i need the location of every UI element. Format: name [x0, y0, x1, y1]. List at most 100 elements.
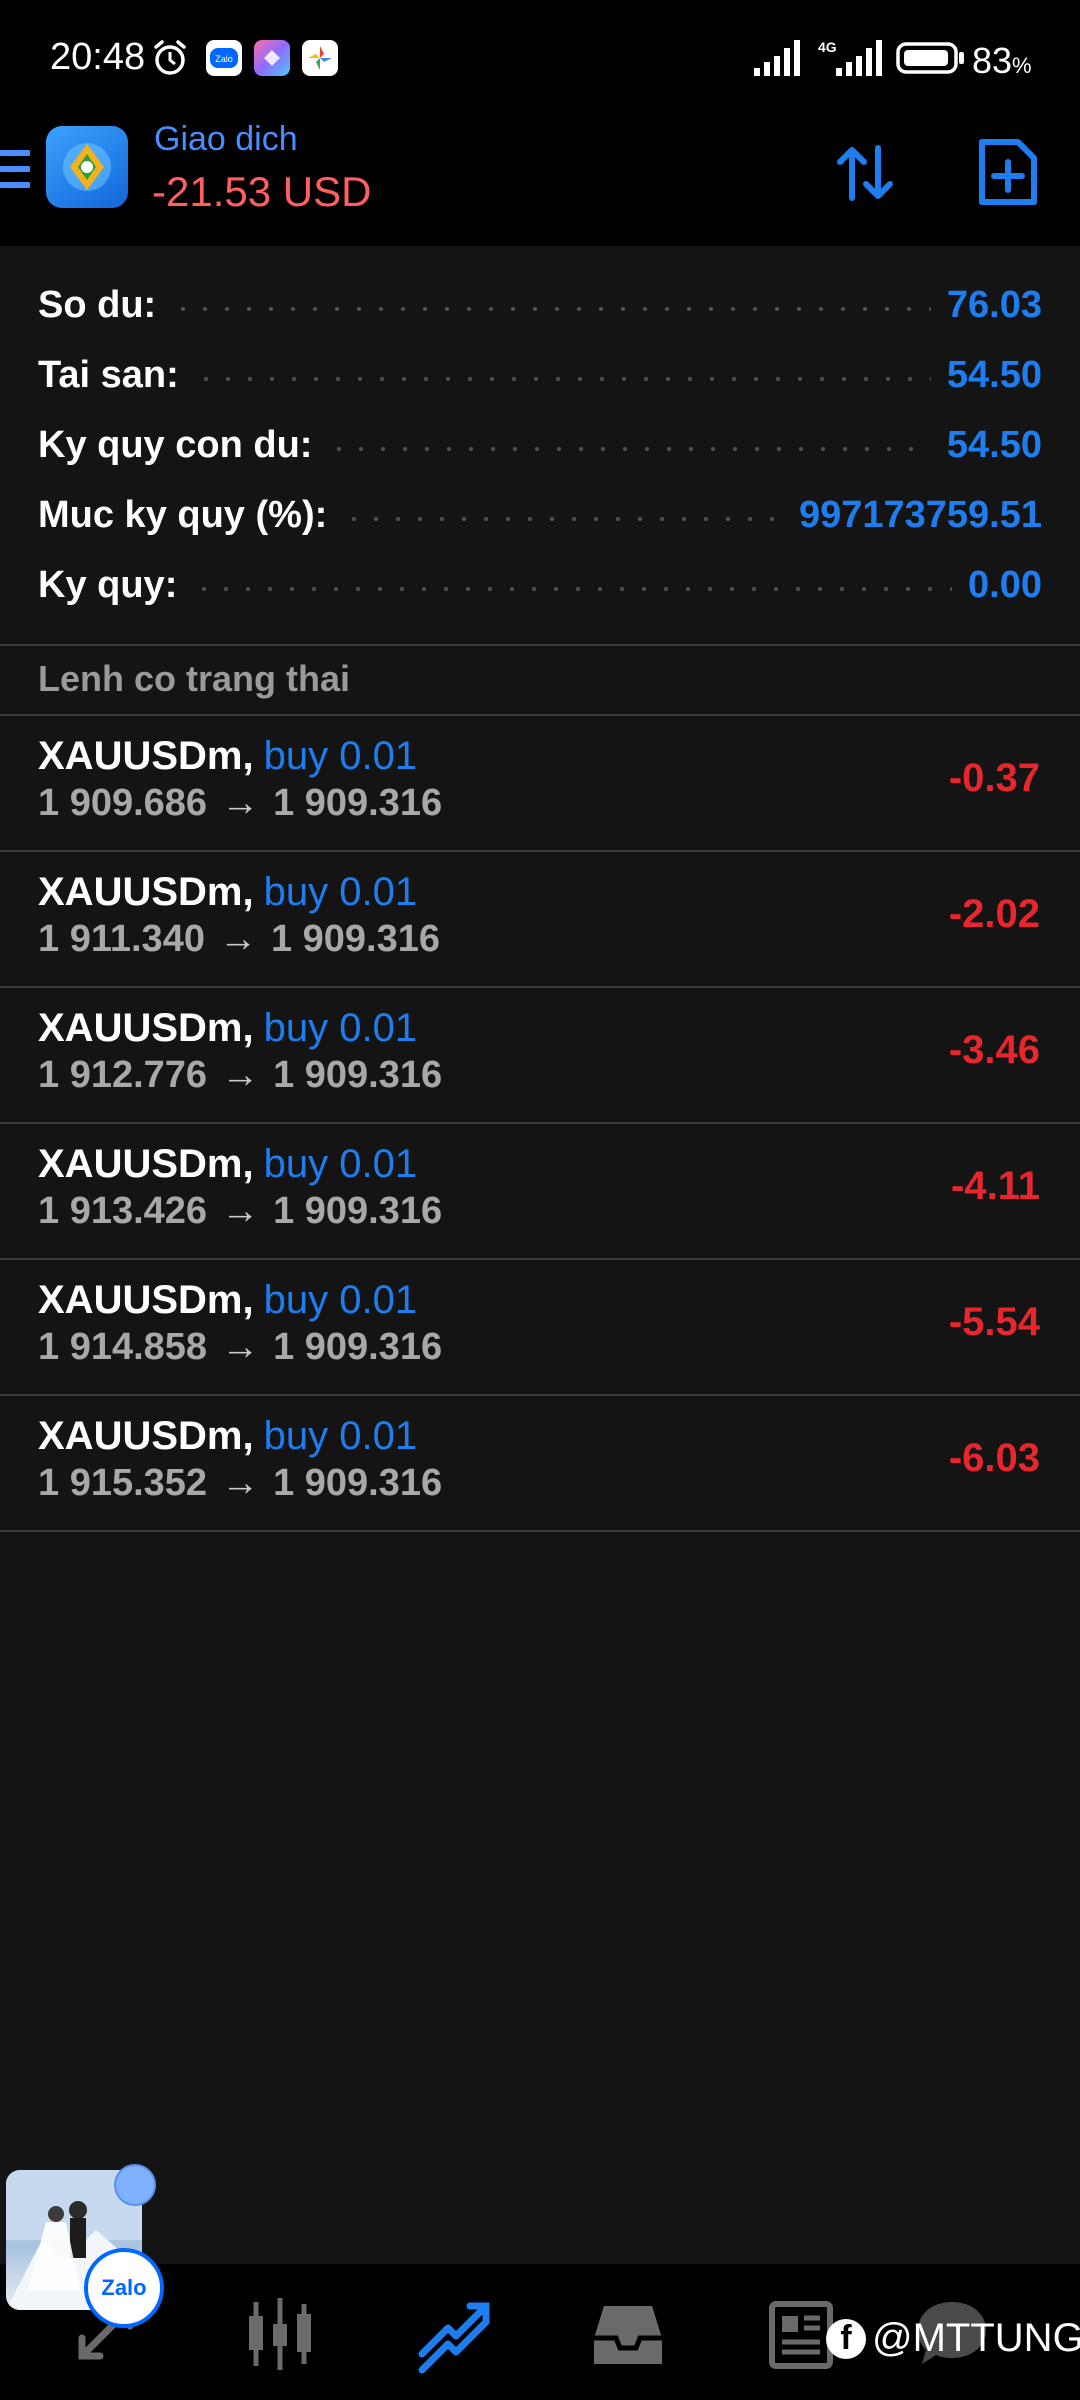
- dotted-leader: [343, 517, 783, 521]
- alarm-icon: [154, 40, 186, 75]
- zalo-label: Zalo: [101, 2275, 147, 2300]
- status-bar: 20:48 Zalo 4G 83%: [0, 0, 1080, 120]
- position-profit: -5.54: [948, 1300, 1040, 1344]
- position-symbol: XAUUSDm: [38, 1142, 243, 1186]
- position-side: buy 0.01: [263, 1142, 418, 1186]
- current-price: 1 909.316: [273, 1462, 443, 1504]
- svg-text:Zalo: Zalo: [215, 54, 233, 64]
- position-side: buy 0.01: [263, 1414, 418, 1458]
- arrow-icon: →: [221, 1326, 260, 1368]
- summary-row-balance: So du: 76.03: [38, 280, 1042, 330]
- facebook-icon: f: [826, 2318, 866, 2359]
- summary-row-equity: Tai san: 54.50: [38, 350, 1042, 400]
- position-prices: 1 914.858 → 1 909.316: [38, 1326, 442, 1369]
- separator: ,: [242, 870, 254, 914]
- floating-profit: -21.53 USD: [152, 168, 372, 215]
- open-price: 1 913.426: [38, 1190, 208, 1232]
- open-price: 1 912.776: [38, 1054, 208, 1096]
- position-row[interactable]: XAUUSDm, buy 0.01 1 914.858 → 1 909.316 -5.…: [0, 1260, 1080, 1396]
- new-order-icon[interactable]: [976, 136, 1040, 208]
- summary-value: 54.50: [946, 353, 1042, 396]
- chart-icon[interactable]: [240, 2294, 320, 2374]
- summary-row-margin: Ky quy: 0.00: [38, 560, 1042, 610]
- signal-icon: [754, 40, 800, 76]
- position-row[interactable]: XAUUSDm, buy 0.01 1 909.686 → 1 909.316 -0.…: [0, 716, 1080, 852]
- position-profit: -6.03: [948, 1436, 1040, 1480]
- position-prices: 1 911.340 → 1 909.316: [38, 918, 440, 961]
- arrow-icon: →: [221, 1054, 260, 1096]
- separator: ,: [242, 734, 254, 778]
- position-title: XAUUSDm, buy 0.01: [38, 734, 417, 779]
- summary-value: 76.03: [946, 283, 1042, 326]
- position-title: XAUUSDm, buy 0.01: [38, 1278, 417, 1323]
- position-row[interactable]: XAUUSDm, buy 0.01 1 913.426 → 1 909.316 -4.…: [0, 1124, 1080, 1260]
- divider: [0, 644, 1080, 646]
- current-price: 1 909.316: [273, 1326, 443, 1368]
- battery-percentage: 83%: [972, 40, 1032, 81]
- position-row[interactable]: XAUUSDm, buy 0.01 1 911.340 → 1 909.316 -2.…: [0, 852, 1080, 988]
- arrow-icon: →: [221, 1462, 260, 1504]
- page-title: Giao dich: [154, 120, 298, 158]
- position-title: XAUUSDm, buy 0.01: [38, 1142, 417, 1187]
- position-prices: 1 912.776 → 1 909.316: [38, 1054, 442, 1097]
- summary-value: 54.50: [946, 423, 1042, 466]
- arrow-icon: →: [218, 918, 257, 960]
- account-summary: So du: 76.03 Tai san: 54.50 Ky quy con d…: [0, 246, 1080, 646]
- svg-text:4G: 4G: [818, 39, 837, 55]
- current-price: 1 909.316: [270, 918, 441, 960]
- open-price: 1 909.686: [38, 782, 208, 824]
- position-title: XAUUSDm, buy 0.01: [38, 1006, 417, 1051]
- position-row[interactable]: XAUUSDm, buy 0.01 1 915.352 → 1 909.316 -6.…: [0, 1396, 1080, 1532]
- separator: ,: [242, 1142, 254, 1186]
- position-profit: -4.11: [951, 1164, 1040, 1208]
- summary-label: So du:: [38, 283, 157, 326]
- app-logo-icon: [46, 126, 128, 208]
- position-row[interactable]: XAUUSDm, buy 0.01 1 912.776 → 1 909.316 -3.…: [0, 988, 1080, 1124]
- photos-app-icon: [302, 40, 338, 76]
- zalo-badge-icon: Zalo: [84, 2248, 164, 2328]
- zalo-app-icon: Zalo: [206, 40, 242, 76]
- battery-icon: [896, 42, 964, 74]
- summary-value: 0.00: [968, 563, 1042, 606]
- summary-label: Ky quy con du:: [38, 423, 313, 466]
- summary-value: 997173759.51: [798, 493, 1042, 536]
- summary-label: Ky quy:: [38, 563, 178, 606]
- watermark: f @MTTUNG: [826, 2316, 1080, 2361]
- summary-row-free-margin: Ky quy con du: 54.50: [38, 420, 1042, 470]
- trade-icon[interactable]: [414, 2294, 494, 2374]
- position-profit: -0.37: [948, 756, 1040, 800]
- trade-content: So du: 76.03 Tai san: 54.50 Ky quy con d…: [0, 246, 1080, 2266]
- position-side: buy 0.01: [263, 734, 418, 778]
- position-symbol: XAUUSDm: [38, 734, 243, 778]
- separator: ,: [242, 1278, 254, 1322]
- status-time: 20:48: [50, 36, 146, 78]
- app-bar: Giao dich -21.53 USD: [0, 120, 1080, 246]
- current-price: 1 909.316: [273, 1054, 443, 1096]
- history-icon[interactable]: [588, 2294, 668, 2374]
- position-title: XAUUSDm, buy 0.01: [38, 870, 417, 915]
- position-prices: 1 913.426 → 1 909.316: [38, 1190, 442, 1233]
- position-title: XAUUSDm, buy 0.01: [38, 1414, 417, 1459]
- position-prices: 1 909.686 → 1 909.316: [38, 782, 442, 825]
- separator: ,: [242, 1006, 254, 1050]
- menu-icon[interactable]: [0, 150, 30, 194]
- open-price: 1 914.858: [38, 1326, 208, 1368]
- position-side: buy 0.01: [263, 870, 418, 914]
- notification-dot: [114, 2164, 156, 2206]
- position-symbol: XAUUSDm: [38, 1278, 243, 1322]
- position-symbol: XAUUSDm: [38, 1006, 243, 1050]
- position-symbol: XAUUSDm: [38, 1414, 243, 1458]
- position-side: buy 0.01: [263, 1278, 418, 1322]
- separator: ,: [242, 1414, 254, 1458]
- gallery-app-icon: [254, 40, 290, 76]
- position-profit: -2.02: [948, 892, 1040, 936]
- positions-header: Lenh co trang thai: [38, 658, 351, 699]
- sort-arrows-icon[interactable]: [830, 138, 900, 208]
- position-prices: 1 915.352 → 1 909.316: [38, 1462, 442, 1505]
- position-side: buy 0.01: [263, 1006, 418, 1050]
- watermark-text: @MTTUNG: [872, 2316, 1080, 2360]
- dotted-leader: [193, 587, 953, 591]
- summary-label: Tai san:: [38, 353, 179, 396]
- arrow-icon: →: [221, 1190, 260, 1232]
- dotted-leader: [172, 307, 931, 311]
